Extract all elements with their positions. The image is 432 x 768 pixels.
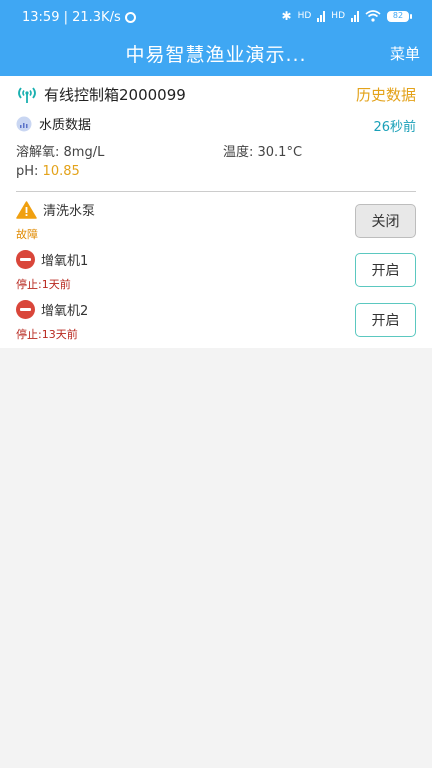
device-name: 有线控制箱2000099 bbox=[44, 86, 186, 104]
app-header: 13:59 | 21.3K/s ✱ HD HD 82 中易智慧渔业演示... 菜… bbox=[0, 0, 432, 76]
antenna-signal-icon bbox=[18, 86, 36, 103]
battery-icon: 82 bbox=[387, 10, 412, 22]
status-time-speed: 13:59 | 21.3K/s bbox=[22, 10, 121, 25]
device-header: 有线控制箱2000099 bbox=[16, 84, 186, 105]
status-bar: 13:59 | 21.3K/s ✱ HD HD 82 bbox=[0, 0, 432, 34]
temperature-value: 温度: 30.1°C bbox=[223, 145, 303, 160]
equipment-row-aerator-1: 增氧机1 bbox=[16, 250, 88, 269]
ph-label: pH: bbox=[16, 164, 43, 179]
water-quality-title: 水质数据 bbox=[39, 118, 92, 133]
control-box-card: 有线控制箱2000099 历史数据 水质数据 26秒前 溶解氧: 8mg/L 温… bbox=[0, 76, 432, 348]
menu-button[interactable]: 菜单 bbox=[390, 43, 420, 64]
equipment-status: 停止:1天前 bbox=[16, 278, 71, 291]
equipment-status: 停止:13天前 bbox=[16, 328, 78, 341]
hd-label-1: HD bbox=[297, 11, 312, 21]
sync-icon bbox=[124, 12, 136, 23]
equipment-status: 故障 bbox=[16, 228, 38, 241]
divider bbox=[16, 191, 416, 192]
signal-icon-2 bbox=[351, 10, 359, 22]
warning-icon bbox=[16, 200, 37, 219]
bluetooth-icon: ✱ bbox=[281, 9, 292, 23]
stop-icon bbox=[16, 250, 35, 269]
equipment-row-aerator-2: 增氧机2 bbox=[16, 300, 88, 319]
hd-label-2: HD bbox=[331, 11, 345, 21]
close-pump-button[interactable]: 关闭 bbox=[355, 204, 416, 238]
stop-icon bbox=[16, 300, 35, 319]
ph-reading: pH: 10.85 bbox=[16, 164, 80, 179]
wifi-icon bbox=[365, 10, 381, 22]
water-quality-header: 水质数据 bbox=[16, 114, 91, 133]
water-quality-updated: 26秒前 bbox=[373, 120, 416, 135]
dissolved-oxygen-value: 溶解氧: 8mg/L bbox=[16, 145, 105, 160]
signal-icon-1 bbox=[317, 10, 326, 22]
ph-value: 10.85 bbox=[42, 164, 80, 179]
battery-level: 82 bbox=[387, 10, 409, 22]
open-aerator-2-button[interactable]: 开启 bbox=[355, 303, 416, 337]
equipment-name: 增氧机2 bbox=[41, 304, 89, 319]
equipment-name: 清洗水泵 bbox=[43, 204, 96, 219]
history-data-link[interactable]: 历史数据 bbox=[356, 84, 416, 105]
water-quality-icon bbox=[16, 116, 32, 131]
equipment-row-pump: 清洗水泵 bbox=[16, 200, 95, 219]
equipment-name: 增氧机1 bbox=[41, 254, 89, 269]
open-aerator-1-button[interactable]: 开启 bbox=[355, 253, 416, 287]
page-title: 中易智慧渔业演示... bbox=[125, 44, 307, 66]
